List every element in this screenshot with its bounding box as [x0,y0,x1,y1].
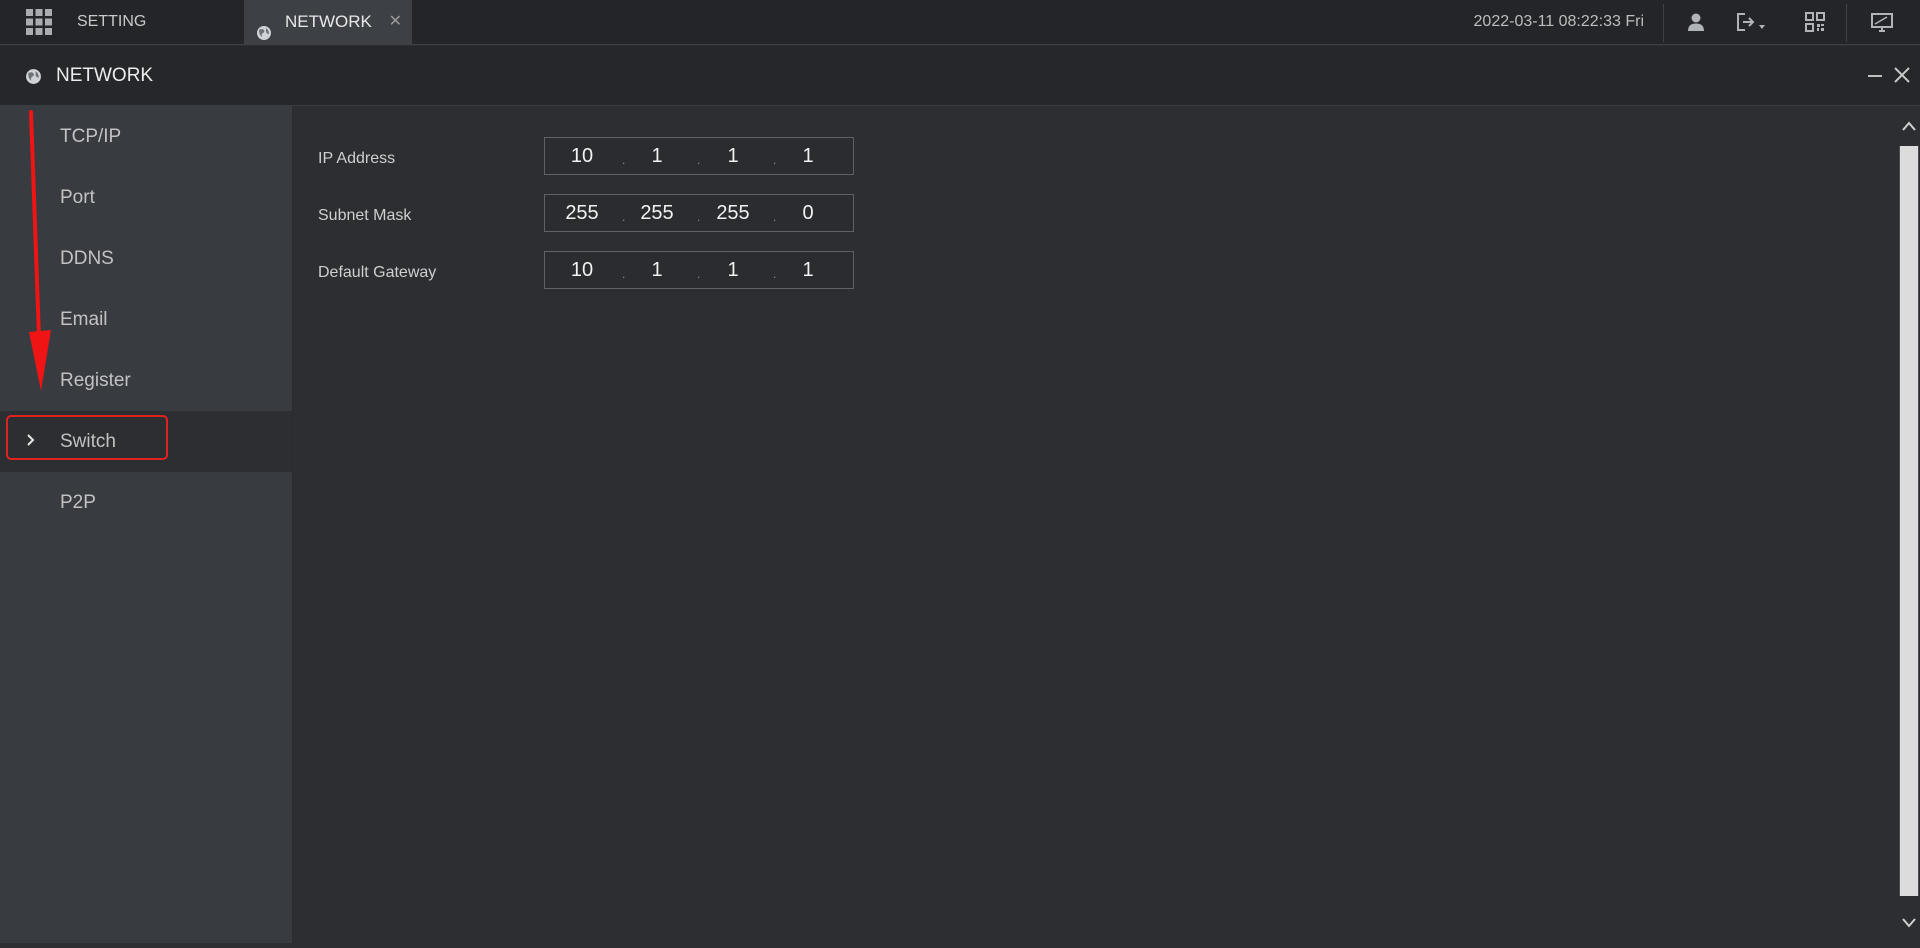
octet-separator: . [773,153,777,167]
octet-separator: . [622,153,626,167]
top-bar: SETTING NETWORK ✕ 2022-03-11 08:22:33 Fr… [0,0,1920,45]
default-gateway-octet-2[interactable]: 1 [629,252,685,288]
setting-tab[interactable]: SETTING [62,0,259,44]
default-gateway-label: Default Gateway [318,264,437,281]
default-gateway-input[interactable]: 10 . 1 . 1 . 1 [544,251,854,289]
network-settings-panel: IP Address 10 . 1 . 1 . 1 Subnet Mask 25… [293,106,1896,943]
sidebar-item-email[interactable]: Email [0,289,292,350]
window-title: NETWORK [56,65,154,86]
ip-address-octet-4[interactable]: 1 [780,138,836,174]
logout-icon[interactable] [1735,11,1771,33]
subnet-mask-octet-2[interactable]: 255 [629,195,685,231]
close-icon[interactable] [1892,65,1912,85]
octet-separator: . [697,153,701,167]
ip-address-input[interactable]: 10 . 1 . 1 . 1 [544,137,854,175]
octet-separator: . [697,210,701,224]
sidebar-item-tcpip[interactable]: TCP/IP [0,106,292,167]
sidebar-item-label: P2P [60,492,96,513]
octet-separator: . [773,267,777,281]
sidebar-item-label: Port [60,187,95,208]
close-tab-icon[interactable]: ✕ [389,0,402,44]
sidebar-item-label: TCP/IP [60,126,122,147]
sidebar-item-switch[interactable]: Switch [0,411,292,472]
octet-separator: . [622,267,626,281]
sidebar-item-label: Register [60,370,131,391]
subnet-mask-octet-1[interactable]: 255 [554,195,610,231]
default-gateway-octet-3[interactable]: 1 [705,252,761,288]
datetime-display: 2022-03-11 08:22:33 Fri [1473,13,1644,30]
network-tab-label: NETWORK [285,12,372,31]
vertical-scrollbar[interactable] [1898,106,1920,943]
sidebar-item-ddns[interactable]: DDNS [0,228,292,289]
network-tab[interactable]: NETWORK ✕ [244,0,412,44]
qr-code-icon[interactable] [1804,11,1826,33]
window-header: NETWORK [0,46,1920,106]
sidebar-item-label: Email [60,309,108,330]
octet-separator: . [622,210,626,224]
default-gateway-octet-4[interactable]: 1 [780,252,836,288]
subnet-mask-input[interactable]: 255 . 255 . 255 . 0 [544,194,854,232]
divider [1846,4,1847,42]
subnet-mask-label: Subnet Mask [318,207,412,224]
scrollbar-thumb[interactable] [1900,146,1918,896]
default-gateway-octet-1[interactable]: 10 [554,252,610,288]
monitor-icon[interactable] [1870,11,1894,33]
minimize-icon[interactable] [1868,75,1882,77]
user-icon[interactable] [1685,11,1707,33]
scroll-down-icon[interactable] [1898,903,1920,943]
sidebar-item-port[interactable]: Port [0,167,292,228]
scroll-up-icon[interactable] [1898,106,1920,146]
globe-icon [25,68,42,90]
sidebar-item-p2p[interactable]: P2P [0,472,292,533]
sidebar: TCP/IP Port DDNS Email Register Switch P… [0,106,293,943]
ip-address-octet-2[interactable]: 1 [629,138,685,174]
octet-separator: . [697,267,701,281]
subnet-mask-octet-4[interactable]: 0 [780,195,836,231]
ip-address-octet-1[interactable]: 10 [554,138,610,174]
sidebar-item-label: DDNS [60,248,114,269]
grid-menu-icon[interactable] [26,9,52,35]
octet-separator: . [773,210,777,224]
subnet-mask-octet-3[interactable]: 255 [705,195,761,231]
setting-tab-label: SETTING [77,13,147,30]
sidebar-item-label: Switch [60,431,116,452]
divider [1663,4,1664,42]
ip-address-octet-3[interactable]: 1 [705,138,761,174]
chevron-right-icon [25,431,37,449]
ip-address-label: IP Address [318,150,396,167]
sidebar-item-register[interactable]: Register [0,350,292,411]
